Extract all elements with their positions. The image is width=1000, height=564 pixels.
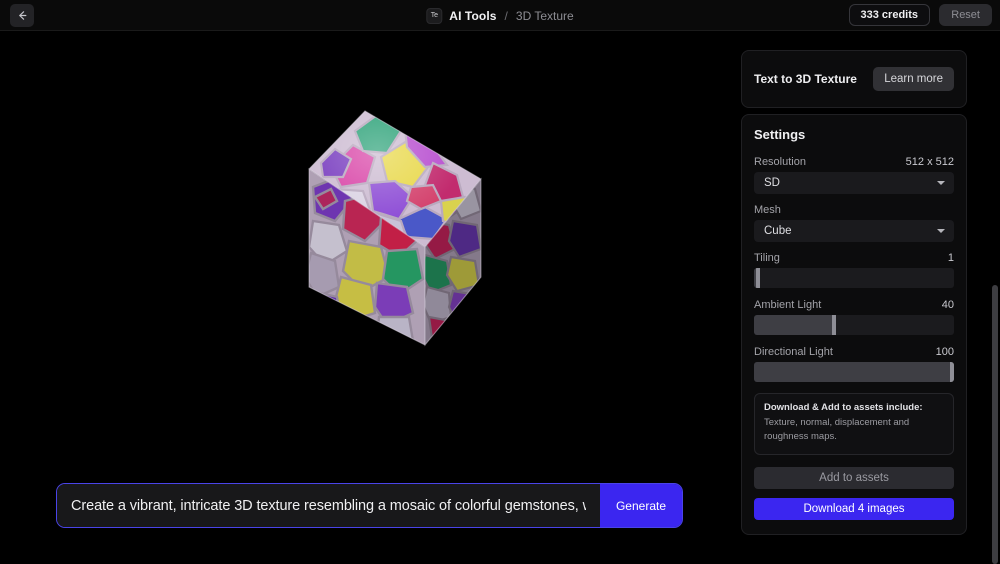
resolution-select[interactable]: SD xyxy=(754,172,954,194)
prompt-input[interactable] xyxy=(57,484,600,527)
panel-header-card: Text to 3D Texture Learn more xyxy=(741,50,967,108)
directional-light-slider-thumb[interactable] xyxy=(950,362,954,382)
right-panel: Text to 3D Texture Learn more Settings R… xyxy=(741,50,967,535)
app-root: Te AI Tools / 3D Texture 333 credits Res… xyxy=(0,0,1000,564)
tiling-slider-thumb[interactable] xyxy=(756,268,760,288)
chevron-down-icon xyxy=(937,229,945,233)
breadcrumb-separator: / xyxy=(505,9,508,23)
chevron-down-icon xyxy=(937,181,945,185)
tiling-row: Tiling 1 xyxy=(754,252,954,264)
mesh-select-value: Cube xyxy=(764,225,792,237)
viewport-3d[interactable]: Generate xyxy=(0,31,730,564)
breadcrumb-app-name[interactable]: AI Tools xyxy=(449,9,496,23)
resolution-select-value: SD xyxy=(764,177,780,189)
download-info-box: Download & Add to assets include: Textur… xyxy=(754,393,954,455)
cube-render-container[interactable] xyxy=(0,31,730,451)
resolution-row: Resolution 512 x 512 xyxy=(754,156,954,168)
directional-light-row: Directional Light 100 xyxy=(754,346,954,358)
generate-button[interactable]: Generate xyxy=(600,484,682,527)
download-info-text: Texture, normal, displacement and roughn… xyxy=(764,416,944,445)
tiling-label: Tiling xyxy=(754,252,780,264)
ambient-light-slider[interactable] xyxy=(754,315,954,335)
arrow-left-icon xyxy=(17,10,28,21)
mesh-label: Mesh xyxy=(754,204,781,216)
download-images-button[interactable]: Download 4 images xyxy=(754,498,954,520)
settings-card: Settings Resolution 512 x 512 SD Mesh Cu… xyxy=(741,114,967,535)
tiling-value: 1 xyxy=(948,252,954,264)
directional-light-slider[interactable] xyxy=(754,362,954,382)
reset-button[interactable]: Reset xyxy=(939,4,992,26)
tiling-slider[interactable] xyxy=(754,268,954,288)
top-bar: Te AI Tools / 3D Texture 333 credits Res… xyxy=(0,0,1000,31)
settings-heading: Settings xyxy=(754,127,954,142)
credits-badge[interactable]: 333 credits xyxy=(849,4,930,26)
ambient-light-row: Ambient Light 40 xyxy=(754,299,954,311)
ambient-light-slider-fill xyxy=(754,315,834,335)
resolution-label: Resolution xyxy=(754,156,806,168)
mesh-row: Mesh xyxy=(754,204,954,216)
app-logo-badge: Te xyxy=(426,8,442,24)
mesh-select[interactable]: Cube xyxy=(754,220,954,242)
resolution-value: 512 x 512 xyxy=(906,156,954,168)
prompt-bar: Generate xyxy=(56,483,683,528)
back-button[interactable] xyxy=(10,4,34,27)
panel-title: Text to 3D Texture xyxy=(754,72,857,86)
breadcrumb-page-name: 3D Texture xyxy=(516,9,574,23)
add-to-assets-button[interactable]: Add to assets xyxy=(754,467,954,489)
learn-more-button[interactable]: Learn more xyxy=(873,67,954,91)
directional-light-value: 100 xyxy=(936,346,954,358)
ambient-light-label: Ambient Light xyxy=(754,299,821,311)
page-scrollbar-track[interactable] xyxy=(990,31,1000,564)
page-scrollbar-thumb[interactable] xyxy=(992,285,998,564)
download-info-title: Download & Add to assets include: xyxy=(764,402,944,413)
gemstone-cube-render[interactable] xyxy=(235,101,495,381)
ambient-light-value: 40 xyxy=(942,299,954,311)
breadcrumb: Te AI Tools / 3D Texture xyxy=(426,0,573,31)
ambient-light-slider-thumb[interactable] xyxy=(832,315,836,335)
directional-light-slider-fill xyxy=(754,362,954,382)
directional-light-label: Directional Light xyxy=(754,346,833,358)
